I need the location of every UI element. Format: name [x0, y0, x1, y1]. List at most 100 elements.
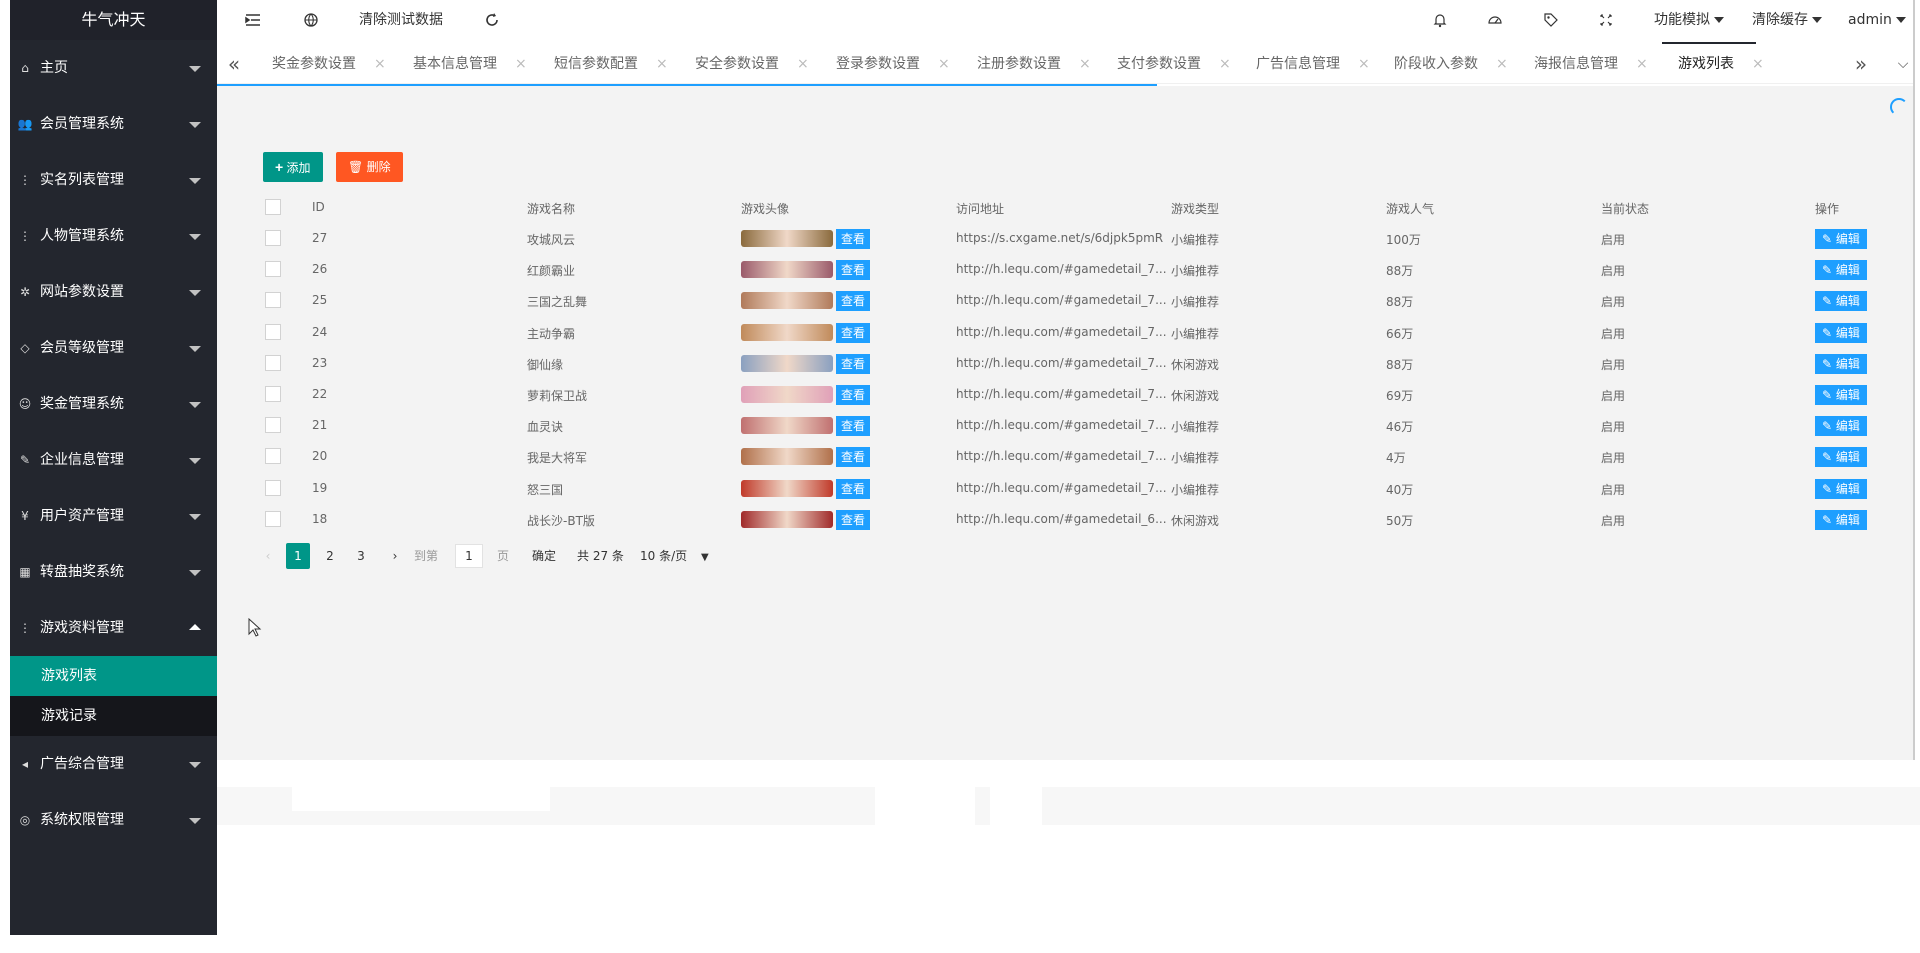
close-icon[interactable]: × [1219, 56, 1231, 72]
view-button[interactable]: 查看 [836, 478, 870, 499]
close-icon[interactable]: × [1358, 56, 1370, 72]
close-icon[interactable]: × [1079, 56, 1091, 72]
close-icon[interactable]: × [1496, 56, 1508, 72]
tab-scroll-left-icon[interactable]: « [217, 44, 251, 84]
shield-icon: ◎ [19, 813, 31, 827]
close-icon[interactable]: × [656, 56, 668, 72]
sidebar-item[interactable]: ◇ 会员等级管理 [10, 320, 217, 376]
edit-button[interactable]: ✎ 编辑 [1815, 385, 1867, 405]
row-checkbox[interactable] [265, 323, 281, 340]
edit-button[interactable]: ✎ 编辑 [1815, 322, 1867, 343]
tab[interactable]: 短信参数配置 × [554, 44, 668, 84]
edit-button[interactable]: ✎ 编辑 [1815, 291, 1867, 312]
tab[interactable]: 海报信息管理 × [1534, 44, 1648, 84]
sidebar-item[interactable]: ◎ 系统权限管理 [10, 792, 217, 848]
sidebar-item[interactable]: ⋮ 实名列表管理 [10, 152, 217, 208]
tab[interactable]: 注册参数设置 × [977, 44, 1091, 84]
row-checkbox[interactable] [265, 510, 281, 527]
cell-popularity: 4万 [1386, 451, 1406, 466]
game-avatar-image [741, 479, 833, 497]
edit-button[interactable]: ✎ 编辑 [1815, 353, 1867, 374]
row-checkbox[interactable] [265, 386, 281, 402]
scrollbar[interactable] [1913, 0, 1920, 780]
row-checkbox[interactable] [265, 230, 281, 246]
tab[interactable]: 阶段收入参数 × [1394, 44, 1508, 84]
next-page-icon[interactable]: › [385, 543, 405, 569]
view-button[interactable]: 查看 [836, 260, 870, 281]
tab[interactable]: 安全参数设置 × [695, 44, 809, 84]
add-button[interactable]: + 添加 [263, 152, 323, 182]
dots-icon: ⋮ [19, 229, 31, 243]
tag-icon[interactable] [1541, 10, 1561, 30]
close-icon[interactable]: × [1636, 56, 1648, 72]
sidebar-item-label: 人物管理系统 [40, 228, 124, 244]
sidebar-item[interactable]: ⋮ 游戏资料管理 [10, 600, 217, 656]
sidebar-item[interactable]: ✎ 企业信息管理 [10, 432, 217, 488]
sidebar-item[interactable]: ⋮ 人物管理系统 [10, 208, 217, 264]
tab[interactable]: 登录参数设置 × [836, 44, 950, 84]
menu-collapse-icon[interactable] [243, 10, 263, 30]
close-icon[interactable]: × [515, 56, 527, 72]
view-button[interactable]: 查看 [836, 322, 870, 343]
feature-sim-menu[interactable]: 功能模拟 [1654, 0, 1724, 40]
page-3[interactable]: 3 [349, 543, 373, 569]
view-button[interactable]: 查看 [836, 509, 870, 530]
globe-icon[interactable] [301, 10, 321, 30]
goto-page-input[interactable]: 1 [455, 544, 483, 568]
sidebar-item[interactable]: ✲ 网站参数设置 [10, 264, 217, 320]
view-button[interactable]: 查看 [836, 229, 870, 249]
row-checkbox[interactable] [265, 354, 281, 371]
select-all-checkbox[interactable] [265, 199, 281, 215]
edit-button[interactable]: ✎ 编辑 [1815, 260, 1867, 281]
fullscreen-icon[interactable] [1596, 10, 1616, 30]
sidebar-item[interactable]: ▦ 转盘抽奖系统 [10, 544, 217, 600]
close-icon[interactable]: × [374, 56, 386, 72]
row-checkbox[interactable] [265, 292, 281, 309]
user-menu[interactable]: admin [1848, 0, 1906, 40]
edit-button[interactable]: ✎ 编辑 [1815, 229, 1867, 249]
tab[interactable]: 支付参数设置 × [1117, 44, 1231, 84]
prev-page-icon[interactable]: ‹ [258, 543, 278, 569]
cell-status: 启用 [1601, 233, 1626, 247]
cell-url: https://s.cxgame.net/s/6djpk5pmR [956, 231, 1164, 245]
theme-icon[interactable] [1485, 10, 1505, 30]
tab-scroll-right-icon[interactable]: » [1844, 44, 1878, 84]
sidebar-item[interactable]: ⌂ 主页 [10, 40, 217, 96]
tab[interactable]: 广告信息管理 × [1256, 44, 1370, 84]
close-icon[interactable]: × [938, 56, 950, 72]
bell-icon[interactable] [1430, 10, 1450, 30]
edit-button[interactable]: ✎ 编辑 [1815, 478, 1867, 499]
row-checkbox[interactable] [265, 261, 281, 278]
sidebar-item[interactable]: 👥 会员管理系统 [10, 96, 217, 152]
view-button[interactable]: 查看 [836, 353, 870, 374]
goto-confirm-button[interactable]: 确定 [532, 543, 556, 569]
clear-cache-menu[interactable]: 清除缓存 [1752, 0, 1822, 40]
view-button[interactable]: 查看 [836, 291, 870, 312]
dots-icon: ⋮ [19, 621, 31, 635]
view-button[interactable]: 查看 [836, 416, 870, 437]
row-checkbox[interactable] [265, 479, 281, 496]
refresh-icon[interactable] [482, 10, 502, 30]
edit-button[interactable]: ✎ 编辑 [1815, 416, 1867, 437]
submenu-item[interactable]: 游戏列表 [10, 656, 217, 696]
tab[interactable]: 基本信息管理 × [413, 44, 527, 84]
submenu-item[interactable]: 游戏记录 [10, 696, 217, 736]
clear-test-data-button[interactable]: 清除测试数据 [359, 0, 443, 40]
sidebar-item[interactable]: ◂ 广告综合管理 [10, 736, 217, 792]
tab[interactable]: 游戏列表 × [1678, 44, 1764, 84]
tab[interactable]: 奖金参数设置 × [272, 44, 386, 84]
view-button[interactable]: 查看 [836, 385, 870, 405]
edit-button[interactable]: ✎ 编辑 [1815, 447, 1867, 468]
close-icon[interactable]: × [1752, 56, 1764, 72]
delete-button[interactable]: 🗑 删除 [336, 152, 403, 182]
edit-button[interactable]: ✎ 编辑 [1815, 509, 1867, 530]
close-icon[interactable]: × [797, 56, 809, 72]
view-button[interactable]: 查看 [836, 447, 870, 468]
page-1[interactable]: 1 [286, 543, 310, 569]
sidebar-item[interactable]: ¥ 用户资产管理 [10, 488, 217, 544]
row-checkbox[interactable] [265, 448, 281, 465]
page-2[interactable]: 2 [318, 543, 342, 569]
page-size-select[interactable]: 10 条/页 ▼ [640, 543, 709, 569]
sidebar-item[interactable]: ☺ 奖金管理系统 [10, 376, 217, 432]
row-checkbox[interactable] [265, 417, 281, 434]
